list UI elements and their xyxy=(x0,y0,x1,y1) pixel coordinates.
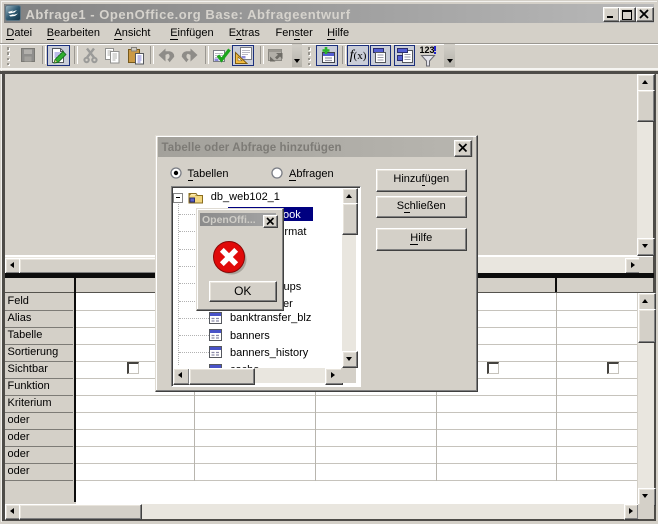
svg-text:123: 123 xyxy=(420,45,435,55)
